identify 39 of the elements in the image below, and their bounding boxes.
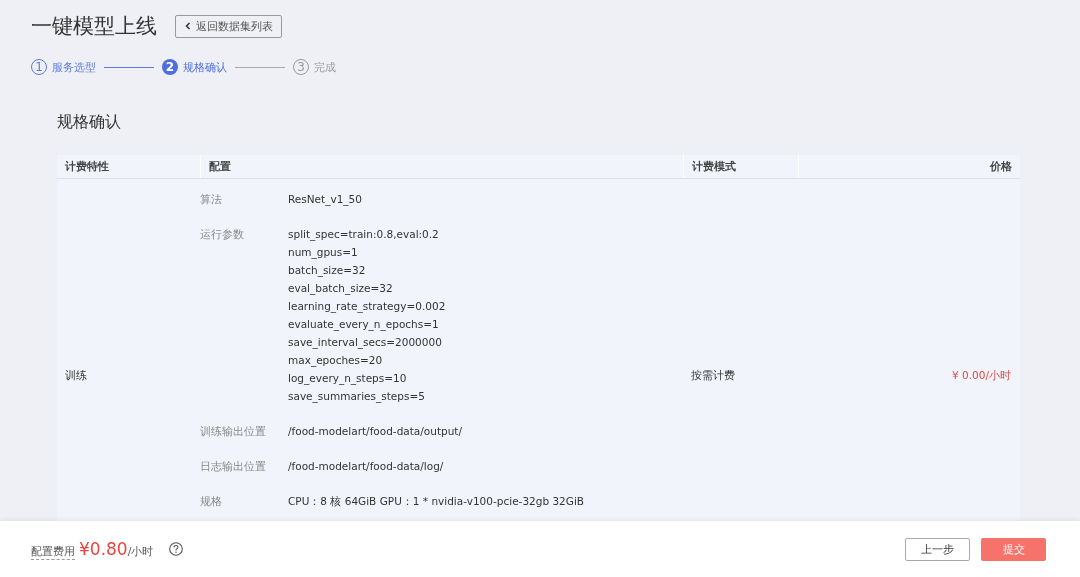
help-icon[interactable] — [169, 542, 184, 556]
back-button[interactable]: 返回数据集列表 — [175, 14, 282, 38]
config-value: save_interval_secs=2000000 — [288, 335, 443, 351]
price-text: ¥ 0.00/小时 — [951, 368, 1012, 383]
config-value: log_every_n_steps=10 — [288, 371, 408, 387]
config-value: eval_batch_size=32 — [288, 281, 394, 297]
column-header: 价格 — [798, 155, 1020, 178]
config-value: evaluate_every_n_epochs=1 — [288, 317, 440, 333]
column-header: 计费模式 — [683, 155, 798, 178]
step-label: 规格确认 — [183, 59, 227, 75]
config-value: num_gpus=1 — [288, 245, 359, 261]
config-value: split_spec=train:0.8,eval:0.2 — [288, 227, 440, 243]
section-title: 规格确认 — [56, 111, 122, 133]
config-value: ResNet_v1_50 — [288, 192, 363, 208]
previous-button[interactable]: 上一步 — [905, 537, 970, 561]
table-cell-text: 训练 — [64, 368, 88, 383]
config-value: save_summaries_steps=5 — [288, 389, 426, 405]
step-label: 服务选型 — [52, 59, 96, 75]
step-label: 完成 — [314, 59, 336, 75]
config-label: 运行参数 — [200, 227, 245, 242]
config-value: /food-modelart/food-data/log/ — [288, 459, 445, 474]
config-value: batch_size=32 — [288, 263, 367, 279]
config-value: learning_rate_strategy=0.002 — [288, 299, 447, 315]
fee-amount: ¥0.80 — [79, 538, 128, 559]
step-number: 2 — [162, 59, 178, 75]
config-label: 训练输出位置 — [200, 424, 267, 439]
config-value: CPU：8 核 64GiB GPU：1 * nvidia-v100-pcie-32gb 32GiB — [288, 494, 586, 509]
config-label: 算法 — [200, 192, 223, 207]
config-value: /food-modelart/food-data/output/ — [288, 424, 463, 439]
config-label: 规格 — [200, 494, 223, 509]
config-label: 日志输出位置 — [200, 459, 267, 474]
column-header: 计费特性 — [64, 158, 110, 174]
config-value: max_epoches=20 — [288, 353, 384, 369]
page-title: 一键模型上线 — [31, 13, 157, 40]
column-header: 配置 — [200, 155, 683, 178]
chevron-left-icon — [184, 22, 192, 30]
fee-unit: /小时 — [127, 544, 154, 559]
fee-label: 配置费用 — [31, 543, 75, 560]
table-cell-text: 按需计费 — [690, 368, 736, 383]
